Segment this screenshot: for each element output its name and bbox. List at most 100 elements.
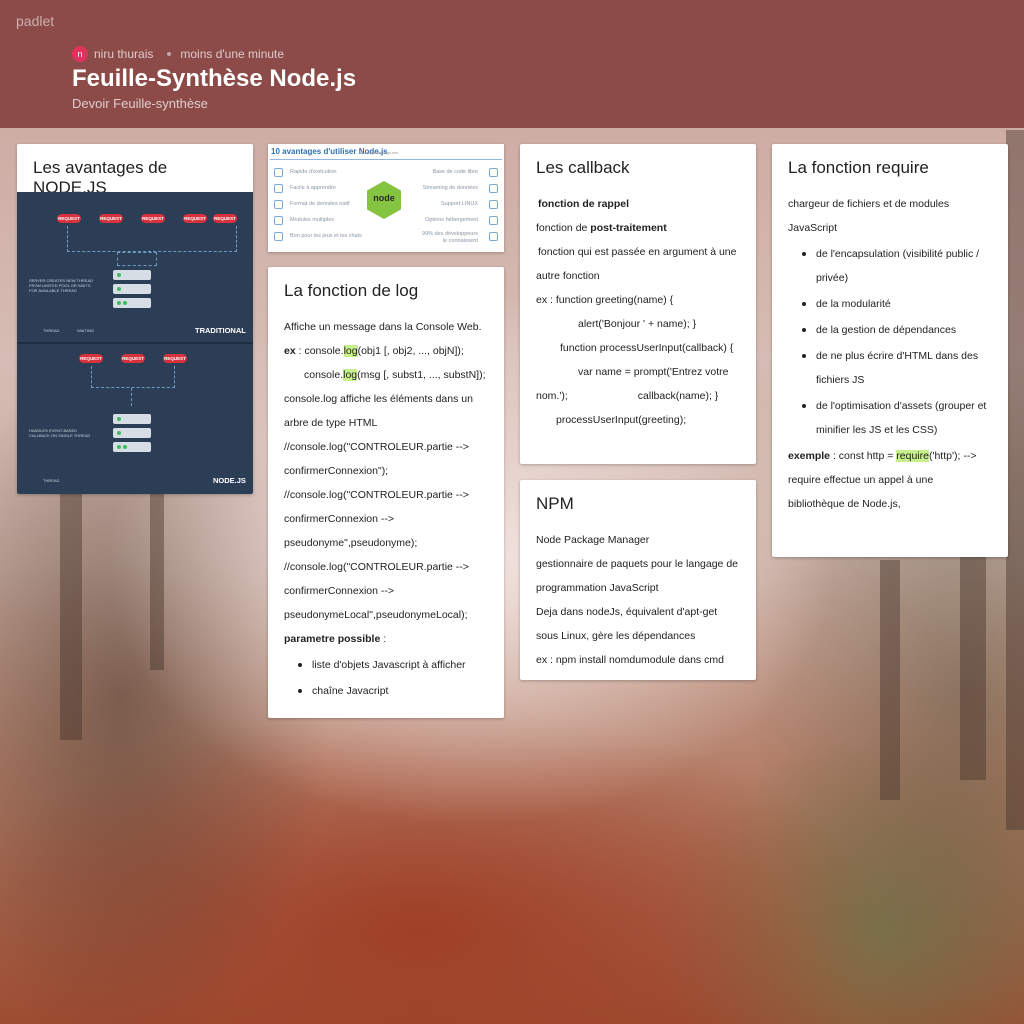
card-title: Les avantages de NODE.JS	[33, 158, 168, 197]
text-line: exemple : const http = require('http'); …	[788, 444, 992, 468]
request-badge: REQUEST	[141, 214, 165, 223]
text-line: nom.'); callback(name); }	[536, 384, 740, 408]
padlet-logo[interactable]: padlet	[16, 13, 54, 29]
list-item: de ne plus écrire d'HTML dans des fichie…	[800, 344, 992, 392]
list-item: chaîne Javacript	[296, 679, 488, 703]
bullet-list: de l'encapsulation (visibilité public / …	[788, 242, 992, 442]
timestamp: moins d'une minute	[180, 47, 285, 61]
card-fonction-log[interactable]: La fonction de log Affiche un message da…	[268, 267, 504, 718]
connector-line	[91, 366, 175, 388]
text-line: var name = prompt('Entrez votre	[578, 366, 729, 378]
list-item: de l'optimisation d'assets (grouper et m…	[800, 394, 992, 442]
list-item: de l'encapsulation (visibilité public / …	[800, 242, 992, 290]
request-badge: REQUEST	[183, 214, 207, 223]
advantage-item: Facile à apprendre	[290, 185, 336, 191]
text-line: Affiche un message dans la Console Web.	[284, 321, 482, 333]
label-nodejs: NODE.JS	[213, 476, 246, 485]
card-title: Les callback	[536, 158, 630, 177]
advantage-item: Modules multiples	[290, 217, 335, 223]
logo-text: node	[373, 193, 395, 203]
page-subtitle: Devoir Feuille-synthèse	[72, 96, 208, 111]
bold-label: ex	[284, 345, 296, 357]
text-line: Deja dans nodeJs, équivalent d'apt-get	[536, 606, 718, 618]
background-tree	[1006, 130, 1024, 830]
text-line: //console.log("CONTROLEUR.partie -->	[284, 489, 469, 501]
text-line: parametre possible :	[284, 627, 488, 651]
text-line: arbre de type HTML	[284, 417, 378, 429]
chat-icon	[274, 232, 283, 241]
text-line: console.log(msg [, subst1, ..., substN])…	[284, 363, 488, 387]
label-traditional: TRADITIONAL	[195, 326, 246, 335]
home-icon	[489, 216, 498, 225]
server-unit	[113, 284, 151, 294]
background-tree	[960, 520, 986, 780]
author-name[interactable]: niru thurais	[94, 47, 153, 61]
card-body: Affiche un message dans la Console Web. …	[268, 301, 504, 703]
threading-diagram-image[interactable]: REQUEST REQUEST REQUEST REQUEST REQUEST …	[17, 192, 253, 494]
list-item: de la modularité	[800, 292, 992, 316]
separator-dot	[167, 52, 172, 56]
text-line: confirmerConnexion -->	[284, 513, 395, 525]
post-meta: n niru thurais moins d'une minute	[72, 46, 284, 62]
card-body: Node Package Manager gestionnaire de paq…	[520, 514, 756, 672]
bold-label: parametre possible	[284, 633, 381, 645]
text-line: ex : console.log(obj1 [, obj2, ..., objN…	[284, 339, 488, 363]
advantage-item: Base de code libre	[432, 169, 478, 175]
text-line: JavaScript	[788, 222, 838, 234]
background-tree	[880, 560, 900, 800]
text: : const http =	[830, 450, 897, 462]
legend-thread: THREAD	[43, 478, 60, 483]
text-line: fonction de rappel	[536, 192, 740, 216]
text-line: alert('Bonjour ' + name); }	[578, 318, 697, 330]
connector-line	[67, 226, 237, 252]
text-line: confirmerConnexion");	[284, 465, 389, 477]
graduation-icon	[274, 184, 283, 193]
text-line: gestionnaire de paquets pour le langage …	[536, 558, 738, 570]
card-body: chargeur de fichiers et de modules JavaS…	[772, 178, 1008, 516]
text: : console.	[295, 345, 344, 357]
text-line: autre fonction	[536, 270, 600, 282]
share-icon	[489, 168, 498, 177]
card-avantages[interactable]: Les avantages de NODE.JS REQUEST REQUEST…	[17, 144, 253, 494]
advantage-item: Format de données natif	[290, 201, 350, 207]
list-item: de la gestion de dépendances	[800, 318, 992, 342]
nodejs-logo: node	[367, 181, 401, 219]
server-unit	[113, 428, 151, 438]
thumbs-up-icon	[489, 200, 498, 209]
text: :	[380, 633, 387, 645]
request-badge: REQUEST	[57, 214, 81, 223]
text: nom.');	[536, 390, 568, 402]
list-item: liste d'objets Javascript à afficher	[296, 653, 488, 677]
card-fonction-require[interactable]: La fonction require chargeur de fichiers…	[772, 144, 1008, 557]
advantage-item: Rapide d'exécution	[290, 169, 337, 175]
text-line: require effectue un appel à une	[788, 474, 934, 486]
card-10-avantages-image[interactable]: 10 avantages d'utiliser Node.js www.itsy…	[268, 144, 504, 252]
text: (obj1 [, obj2, ..., objN]);	[357, 345, 464, 357]
highlighted-text: log	[343, 369, 358, 381]
divider	[270, 159, 502, 160]
file-icon	[274, 200, 283, 209]
text-line: sous Linux, gère les dépendances	[536, 630, 696, 642]
infographic-url: www.itsyoutbelongs.com	[360, 151, 399, 155]
legend-thread: THREAD	[43, 328, 60, 333]
card-callback[interactable]: Les callback fonction de rappel fonction…	[520, 144, 756, 464]
person-icon	[489, 232, 498, 241]
server-unit	[113, 298, 151, 308]
text-line: console.log affiche les éléments dans un	[284, 393, 473, 405]
card-body: fonction de rappel fonction de post-trai…	[520, 178, 756, 432]
connector-line	[117, 252, 157, 266]
text: ('http'); -->	[928, 450, 977, 462]
text-line: bibliothèque de Node.js,	[788, 498, 901, 510]
avatar[interactable]: n	[72, 46, 88, 62]
card-npm[interactable]: NPM Node Package Manager gestionnaire de…	[520, 480, 756, 680]
text-line: Node Package Manager	[536, 534, 650, 546]
request-badge: REQUEST	[121, 354, 145, 363]
text-line: confirmerConnexion -->	[284, 585, 395, 597]
text: fonction de	[536, 222, 591, 234]
request-badge: REQUEST	[99, 214, 123, 223]
advantage-item: Streaming de données	[422, 185, 478, 191]
server-unit	[113, 270, 151, 280]
divider	[17, 342, 253, 344]
text-line: chargeur de fichiers et de modules	[788, 198, 950, 210]
card-title: La fonction de log	[284, 281, 419, 300]
